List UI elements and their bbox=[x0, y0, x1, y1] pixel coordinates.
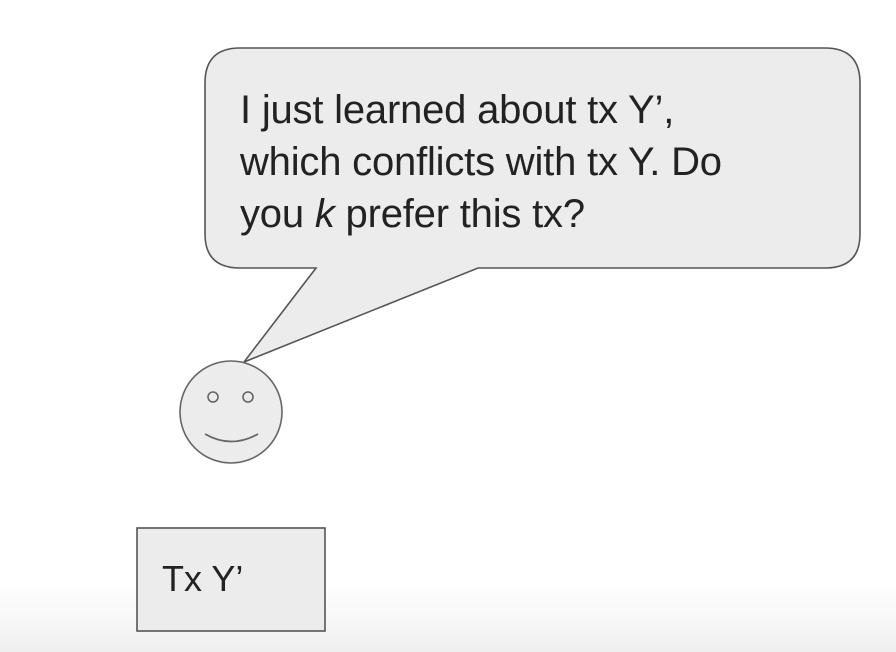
bubble-k-variable: k bbox=[314, 192, 335, 236]
bubble-line-3-post: prefer this tx? bbox=[334, 192, 586, 236]
bubble-line-3-pre: you bbox=[240, 192, 315, 236]
bubble-text: I just learned about tx Y’, which confli… bbox=[240, 84, 820, 240]
bubble-line-2: which conflicts with tx Y. Do bbox=[240, 140, 722, 184]
diagram-canvas: I just learned about tx Y’, which confli… bbox=[0, 0, 896, 652]
bubble-line-3: you k prefer this tx? bbox=[240, 188, 820, 240]
bubble-line-1: I just learned about tx Y’, bbox=[240, 88, 675, 132]
tx-box-label: Tx Y’ bbox=[162, 558, 244, 599]
smiley-face-icon bbox=[179, 360, 283, 464]
